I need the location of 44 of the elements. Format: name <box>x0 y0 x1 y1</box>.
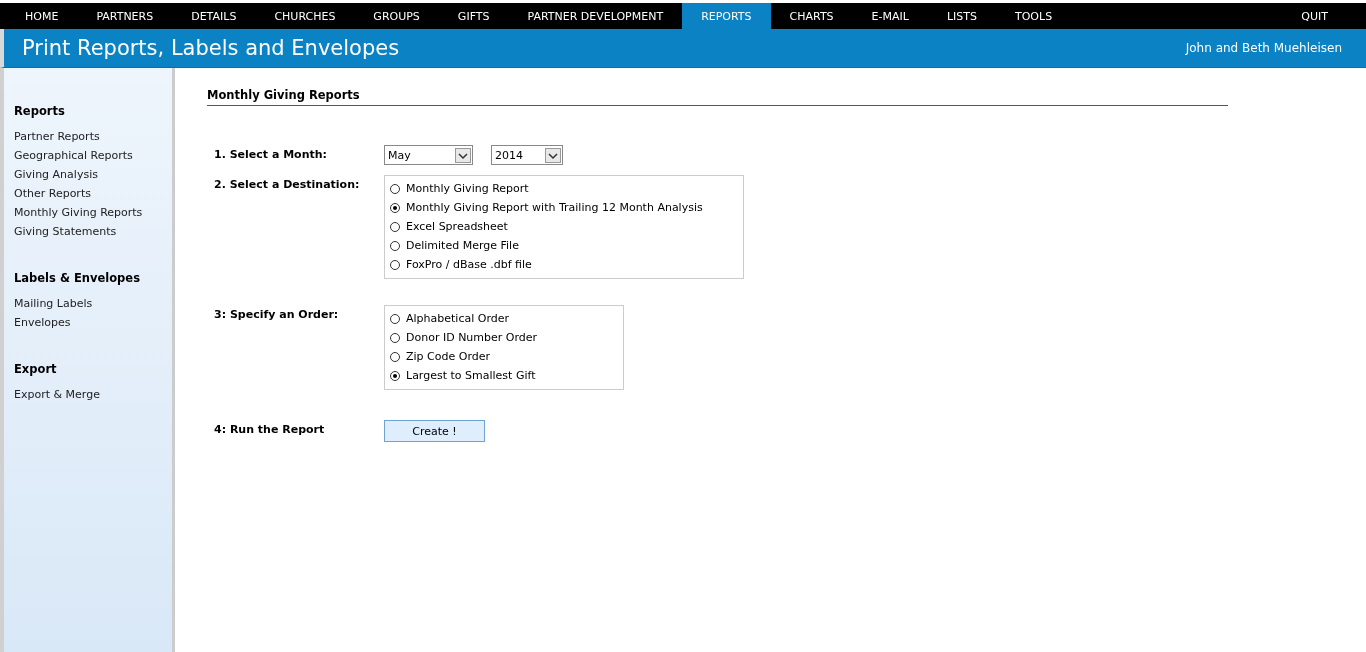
form-label: 4: Run the Report <box>214 422 326 436</box>
option-label: Delimited Merge File <box>406 239 519 252</box>
option-label: Zip Code Order <box>406 350 490 363</box>
sidebar-link[interactable]: Monthly Giving Reports <box>14 203 172 222</box>
page-title: Print Reports, Labels and Envelopes <box>22 36 400 60</box>
sidebar-link[interactable]: Export & Merge <box>14 385 172 404</box>
nav-tab[interactable]: CHARTS <box>770 3 853 29</box>
sidebar-link[interactable]: Giving Statements <box>14 222 172 241</box>
sidebar-heading: Labels & Envelopes <box>14 271 141 285</box>
option-label: Alphabetical Order <box>406 312 509 325</box>
month-dropdown[interactable]: May <box>384 145 473 165</box>
section-heading: Monthly Giving Reports <box>207 88 1228 106</box>
user-name: John and Beth Muehleisen <box>1185 41 1342 55</box>
sidebar-link[interactable]: Other Reports <box>14 184 172 203</box>
nav-tab[interactable]: PARTNERS <box>77 3 173 29</box>
year-dropdown[interactable]: 2014 <box>491 145 563 165</box>
nav-tab[interactable]: GROUPS <box>354 3 439 29</box>
quit-link[interactable]: QUIT <box>1301 3 1366 29</box>
nav-tab[interactable]: PARTNER DEVELOPMENT <box>508 3 683 29</box>
nav-tab[interactable]: DETAILS <box>172 3 256 29</box>
nav-tab[interactable]: REPORTS <box>682 3 771 29</box>
option-label: Largest to Smallest Gift <box>406 369 536 382</box>
option-label: Monthly Giving Report <box>406 182 529 195</box>
nav-tab[interactable]: GIFTS <box>438 3 509 29</box>
form-label: 3: Specify an Order: <box>214 307 340 321</box>
sidebar-heading: Export <box>14 362 58 376</box>
sidebar-heading: Reports <box>14 104 66 118</box>
option-label: Monthly Giving Report with Trailing 12 Month Analysis <box>406 201 703 214</box>
option-label: Excel Spreadsheet <box>406 220 508 233</box>
nav-tab[interactable]: HOME <box>6 3 78 29</box>
create-button[interactable]: Create ! <box>384 420 485 442</box>
form-label: 2. Select a Destination: <box>214 177 361 191</box>
sidebar-link[interactable]: Mailing Labels <box>14 294 172 313</box>
nav-tab[interactable]: LISTS <box>927 3 996 29</box>
sidebar-link[interactable]: Partner Reports <box>14 127 172 146</box>
nav-tab[interactable]: TOOLS <box>995 3 1072 29</box>
sidebar-link[interactable]: Envelopes <box>14 313 172 332</box>
option-label: FoxPro / dBase .dbf file <box>406 258 532 271</box>
nav-tab[interactable]: CHURCHES <box>255 3 355 29</box>
nav-tab[interactable]: E-MAIL <box>852 3 928 29</box>
form-label: 1. Select a Month: <box>214 147 328 161</box>
sidebar-link[interactable]: Giving Analysis <box>14 165 172 184</box>
sidebar-link[interactable]: Geographical Reports <box>14 146 172 165</box>
option-label: Donor ID Number Order <box>406 331 538 344</box>
